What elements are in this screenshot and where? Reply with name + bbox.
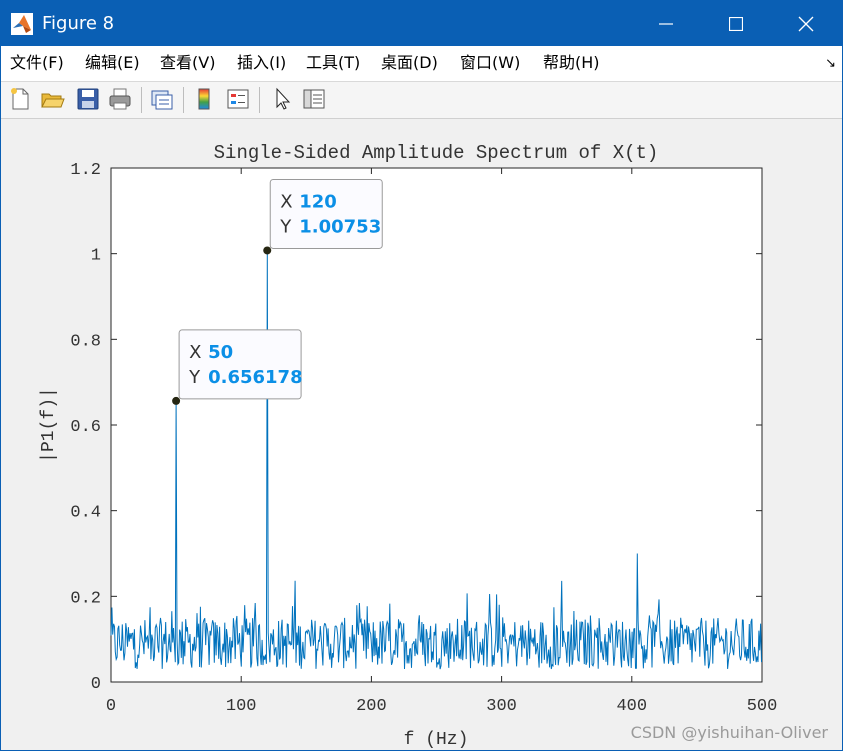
- close-button[interactable]: [771, 1, 841, 46]
- menu-insert[interactable]: 插入(I): [237, 53, 286, 73]
- maximize-button[interactable]: [701, 1, 771, 46]
- link-plot-icon[interactable]: [149, 86, 175, 112]
- toolbar-separator: [259, 87, 260, 113]
- x-tick-label: 300: [486, 697, 517, 716]
- watermark-text: CSDN @yishuihan-Oliver: [630, 723, 828, 742]
- x-tick-label: 200: [356, 697, 387, 716]
- edit-plot-pointer-icon[interactable]: [269, 86, 295, 112]
- datatip-x-value: 50: [208, 342, 233, 363]
- menu-help[interactable]: 帮助(H): [543, 53, 600, 73]
- matlab-logo-icon: [11, 13, 33, 35]
- y-tick-label: 0.2: [70, 589, 101, 608]
- menu-tools[interactable]: 工具(T): [306, 53, 360, 73]
- close-icon: [798, 16, 814, 31]
- datatip-x-label: X: [189, 342, 201, 363]
- toolbar-separator: [183, 87, 184, 113]
- plot-canvas[interactable]: Single-Sided Amplitude Spectrum of X(t) …: [1, 119, 842, 750]
- menu-file[interactable]: 文件(F): [10, 53, 64, 73]
- figure-window: Figure 8 文件(F) 编辑(E) 查看(V) 插入(I) 工具(T) 桌…: [0, 0, 843, 751]
- y-tick-label: 0.8: [70, 332, 101, 351]
- datatip-y-value: 1.00753: [299, 216, 381, 237]
- menu-bar: 文件(F) 编辑(E) 查看(V) 插入(I) 工具(T) 桌面(D) 窗口(W…: [1, 46, 842, 82]
- property-inspector-icon[interactable]: [301, 86, 327, 112]
- datatip-marker[interactable]: [263, 246, 272, 255]
- y-tick-label: 1.2: [70, 161, 101, 180]
- y-tick-label: 1: [91, 247, 101, 266]
- x-axis-label: f (Hz): [404, 730, 469, 750]
- y-axis-label: |P1(f)|: [39, 387, 59, 463]
- datatip-marker[interactable]: [172, 396, 181, 405]
- datatip-box[interactable]: [269, 178, 383, 249]
- title-bar[interactable]: Figure 8: [1, 1, 842, 46]
- save-icon[interactable]: [75, 86, 101, 112]
- y-tick-label: 0: [91, 675, 101, 694]
- maximize-icon: [729, 16, 743, 31]
- datatip-x-value: 120: [299, 191, 337, 212]
- chart-title: Single-Sided Amplitude Spectrum of X(t): [214, 142, 659, 164]
- x-tick-label: 400: [616, 697, 647, 716]
- colorbar-icon[interactable]: [191, 86, 217, 112]
- x-tick-label: 500: [747, 697, 778, 716]
- window-title: Figure 8: [42, 13, 115, 34]
- menu-edit[interactable]: 编辑(E): [85, 53, 140, 73]
- figure-toolbar: [1, 82, 842, 119]
- minimize-icon: [659, 22, 673, 25]
- dock-arrow-icon[interactable]: ↘: [825, 55, 836, 71]
- open-file-icon[interactable]: [39, 86, 65, 112]
- datatip-x-label: X: [280, 191, 292, 212]
- menu-desktop[interactable]: 桌面(D): [381, 53, 438, 73]
- minimize-button[interactable]: [631, 1, 701, 46]
- x-tick-label: 0: [106, 697, 116, 716]
- datatip-y-value: 0.656178: [208, 367, 303, 388]
- datatip-box[interactable]: [178, 329, 302, 400]
- print-icon[interactable]: [107, 86, 133, 112]
- x-tick-label: 100: [226, 697, 257, 716]
- datatip-y-label: Y: [279, 216, 292, 237]
- toolbar-separator: [141, 87, 142, 113]
- legend-icon[interactable]: [225, 86, 251, 112]
- y-tick-label: 0.6: [70, 418, 101, 437]
- menu-window[interactable]: 窗口(W): [460, 53, 520, 73]
- y-tick-label: 0.4: [70, 504, 101, 523]
- datatip-y-label: Y: [188, 367, 201, 388]
- axes-box[interactable]: [110, 167, 763, 683]
- new-figure-icon[interactable]: [7, 86, 33, 112]
- figure-canvas-area: Single-Sided Amplitude Spectrum of X(t) …: [1, 119, 842, 750]
- menu-view[interactable]: 查看(V): [160, 53, 215, 73]
